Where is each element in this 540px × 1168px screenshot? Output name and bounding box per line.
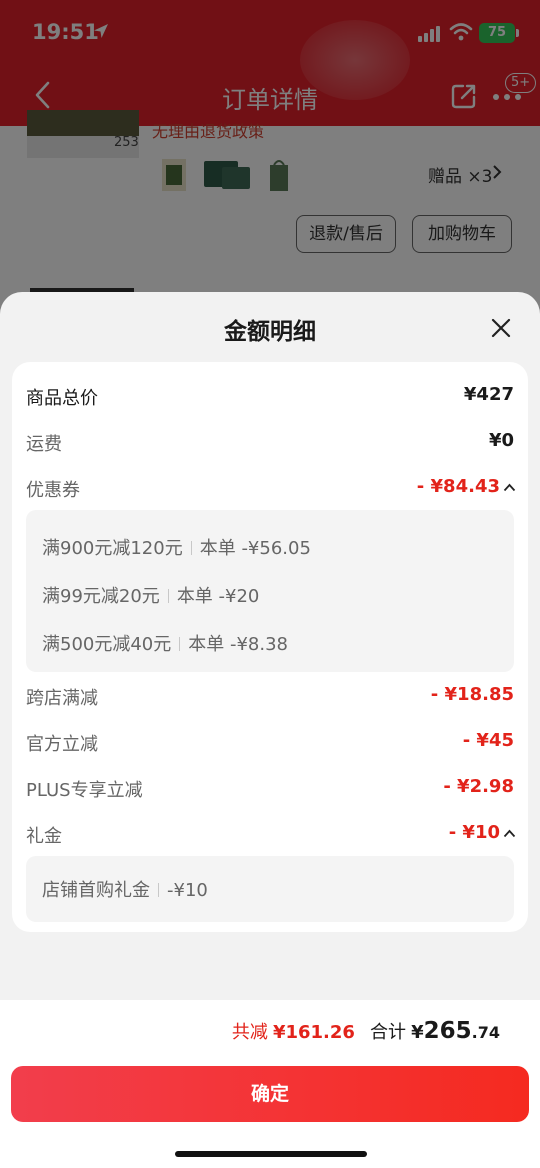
- coupon-amount: 本单 -¥20: [176, 586, 260, 607]
- total-decimal: .74: [471, 1023, 500, 1042]
- divider: [167, 589, 169, 603]
- shipping-value: ¥0: [488, 430, 514, 451]
- total-reduce-value: ¥161.26: [272, 1022, 355, 1043]
- coupon-rule: 满99元减20元: [42, 586, 160, 607]
- confirm-button[interactable]: 确定: [11, 1066, 529, 1122]
- plus-discount-value: - ¥2.98: [443, 776, 514, 797]
- total-integer: 265: [423, 1018, 472, 1044]
- divider: [179, 637, 181, 651]
- coupon-detail-row: 满99元减20元 本单 -¥20: [42, 582, 259, 610]
- gift-money-amount: -¥10: [167, 880, 208, 901]
- sheet-footer: 共减 ¥161.26 合计 ¥265.74 确定: [0, 1000, 540, 1168]
- shipping-row: 运费 ¥0: [26, 428, 514, 458]
- cross-store-label: 跨店满减: [26, 688, 98, 709]
- coupon-rule: 满500元减40元: [42, 634, 172, 655]
- chevron-up-icon[interactable]: [503, 483, 516, 492]
- official-discount-value: - ¥45: [462, 730, 514, 751]
- total-label: 合计: [370, 1022, 407, 1043]
- plus-discount-label: PLUS专享立减: [26, 780, 143, 801]
- coupon-row[interactable]: 优惠券 - ¥84.43: [26, 474, 516, 504]
- total-currency: ¥: [411, 1022, 424, 1043]
- price-summary: 共减 ¥161.26 合计 ¥265.74: [232, 1018, 500, 1044]
- cross-store-row: 跨店满减 - ¥18.85: [26, 682, 514, 712]
- coupon-detail-row: 满500元减40元 本单 -¥8.38: [42, 630, 288, 658]
- close-icon[interactable]: [490, 317, 512, 339]
- official-discount-row: 官方立减 - ¥45: [26, 728, 514, 758]
- gift-money-rule: 店铺首购礼金: [42, 880, 150, 901]
- amount-card: 商品总价 ¥427 运费 ¥0 优惠券 - ¥84.43 满900元减120元本…: [12, 362, 528, 932]
- total-price-label: 商品总价: [26, 388, 98, 409]
- coupon-rule: 满900元减120元: [42, 538, 183, 559]
- gift-money-detail-box: 店铺首购礼金 -¥10: [26, 856, 514, 922]
- gift-money-detail-row: 店铺首购礼金 -¥10: [42, 876, 208, 904]
- sheet-title: 金额明细: [224, 319, 316, 345]
- divider: [190, 541, 192, 555]
- total-price-value: ¥427: [463, 384, 514, 405]
- home-indicator: [175, 1151, 367, 1157]
- official-discount-label: 官方立减: [26, 734, 98, 755]
- coupon-amount: 本单 -¥56.05: [199, 538, 311, 559]
- amount-detail-sheet: 金额明细 商品总价 ¥427 运费 ¥0 优惠券 - ¥84.43 满900元减…: [0, 292, 540, 1168]
- coupon-amount: 本单 -¥8.38: [188, 634, 289, 655]
- cross-store-value: - ¥18.85: [430, 684, 514, 705]
- shipping-label: 运费: [26, 434, 62, 455]
- coupon-label: 优惠券: [26, 480, 80, 501]
- gift-money-label: 礼金: [26, 826, 62, 847]
- gift-money-value: - ¥10: [448, 822, 500, 843]
- coupon-value: - ¥84.43: [416, 476, 500, 497]
- total-reduce-label: 共减: [231, 1022, 268, 1043]
- gift-money-row[interactable]: 礼金 - ¥10: [26, 820, 516, 850]
- total-price-row: 商品总价 ¥427: [26, 382, 514, 412]
- coupon-detail-row: 满900元减120元 本单 -¥56.05: [42, 534, 311, 562]
- chevron-up-icon[interactable]: [503, 829, 516, 838]
- divider: [158, 883, 159, 897]
- coupon-detail-box: 满900元减120元 本单 -¥56.05 满99元减20元 本单 -¥20 满50…: [26, 510, 514, 672]
- plus-discount-row: PLUS专享立减 - ¥2.98: [26, 774, 514, 804]
